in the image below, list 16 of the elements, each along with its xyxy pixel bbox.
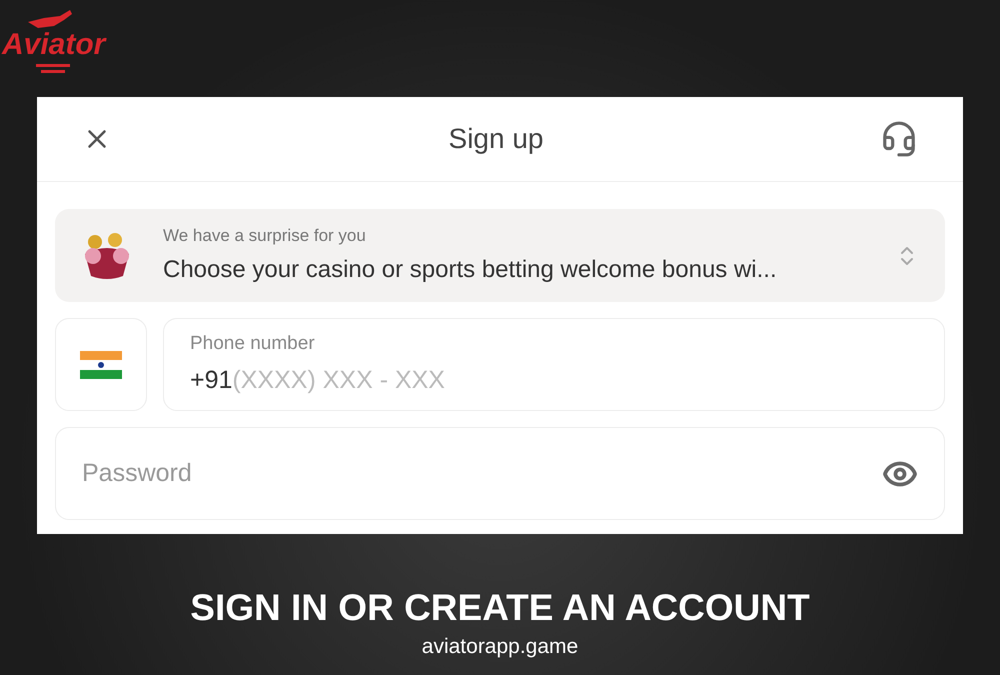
bonus-caption: We have a surprise for you	[163, 224, 367, 247]
logo: Aviator	[2, 30, 106, 60]
dialog-title: Sign up	[448, 122, 544, 156]
headline: SIGN IN OR CREATE AN ACCOUNT	[190, 589, 810, 626]
bonus-selector[interactable]: We have a surprise for you Choose your casino or sports betting welcome bonus wi...	[55, 209, 945, 302]
password-placeholder: Password	[82, 458, 192, 489]
bonus-value: Choose your casino or sports betting welcome bonus wi...	[163, 255, 778, 286]
phone-prefix: +91	[190, 365, 232, 396]
phone-placeholder: (XXXX) XXX - XXX	[232, 365, 445, 396]
support-button[interactable]	[880, 120, 918, 158]
flag-icon	[80, 350, 122, 378]
phone-label: Phone number	[190, 332, 316, 356]
phone-field[interactable]: Phone number +91(XXXX) XXX - XXX	[163, 318, 945, 411]
site-address: aviatorapp.game	[422, 636, 578, 657]
headset-icon	[880, 120, 918, 158]
country-selector[interactable]	[55, 318, 147, 411]
